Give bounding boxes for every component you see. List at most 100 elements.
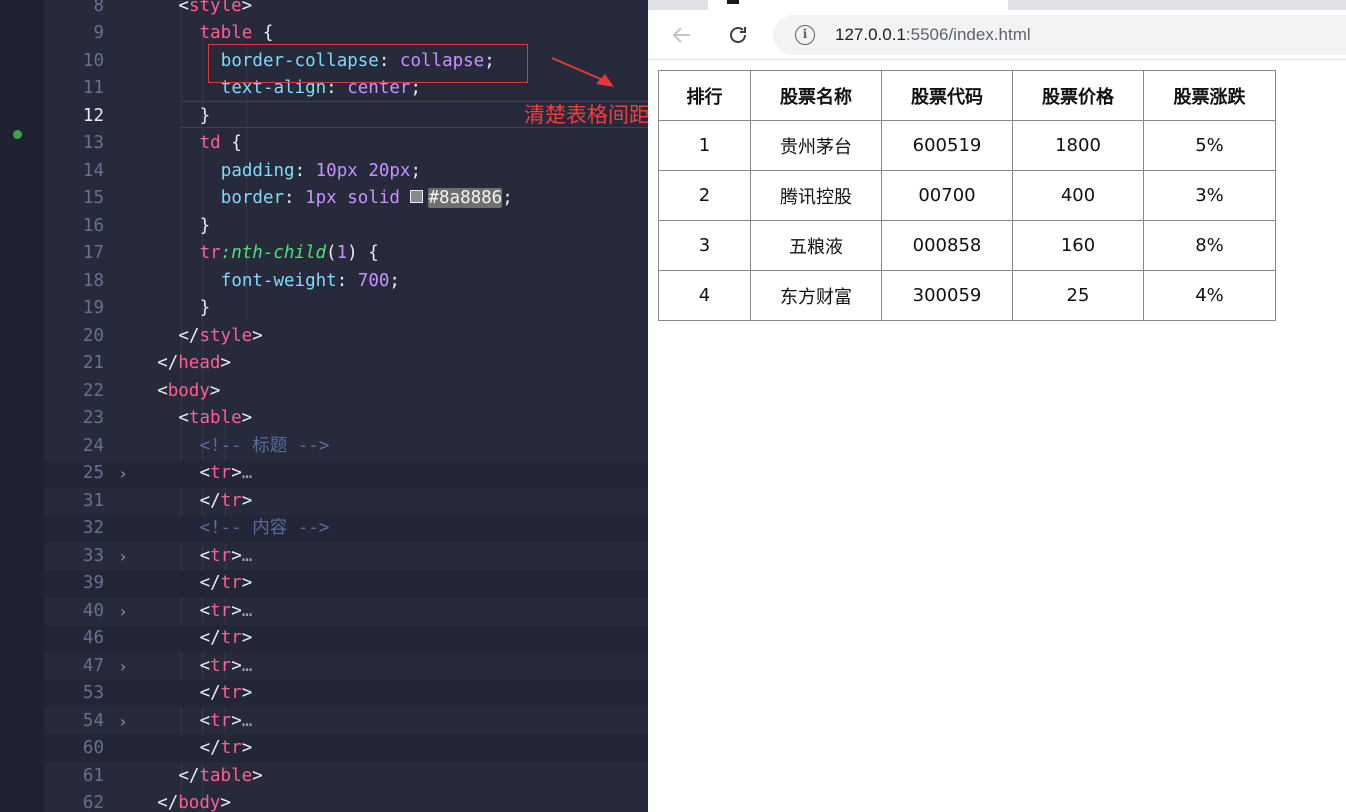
code-text: <tr>… bbox=[200, 543, 253, 571]
code-token: :nth-child bbox=[220, 243, 327, 263]
line-number: 32 bbox=[82, 518, 104, 538]
header-cell: 股票代码 bbox=[881, 70, 1013, 121]
code-text: </tr> bbox=[200, 680, 253, 708]
code-token: solid bbox=[347, 188, 411, 208]
code-token: < bbox=[199, 710, 211, 731]
code-token: table bbox=[199, 765, 253, 786]
code-token: } bbox=[199, 298, 211, 318]
code-line[interactable]: 17 tr:nth-child(1) { bbox=[44, 240, 648, 268]
code-token: tr bbox=[220, 573, 242, 593]
code-token: style bbox=[199, 325, 253, 346]
code-token: … bbox=[241, 545, 253, 566]
code-token: body bbox=[167, 380, 210, 401]
code-line[interactable]: 24 <!-- 标题 --> bbox=[44, 433, 648, 461]
code-token: tr bbox=[199, 243, 221, 263]
table-cell: 5% bbox=[1143, 120, 1276, 171]
code-line[interactable]: 16} bbox=[44, 213, 648, 241]
reload-button[interactable] bbox=[726, 23, 750, 47]
code-line[interactable]: 23 <table> bbox=[44, 405, 648, 433]
code-line[interactable]: 18 font-weight: 700; bbox=[44, 268, 648, 296]
line-number: 15 bbox=[82, 188, 104, 208]
table-cell: 东方财富 bbox=[750, 270, 882, 321]
code-line[interactable]: 61 </table> bbox=[44, 763, 648, 791]
code-token: : bbox=[336, 270, 358, 291]
line-number: 23 bbox=[82, 408, 104, 428]
line-number: 9 bbox=[93, 23, 104, 43]
code-line[interactable]: 54 › <tr>… bbox=[44, 708, 648, 736]
code-line[interactable]: 25 › <tr>… bbox=[44, 460, 648, 488]
table-cell: 贵州茅台 bbox=[750, 120, 882, 171]
line-number: 22 bbox=[82, 380, 104, 401]
border-color-value: #8a8886 bbox=[428, 188, 503, 208]
code-line[interactable]: 32 <!-- 内容 --> bbox=[44, 515, 648, 543]
line-number: 10 bbox=[82, 50, 104, 71]
annotation-arrow-icon bbox=[551, 57, 614, 87]
code-token: head bbox=[178, 353, 221, 373]
code-token: : bbox=[284, 188, 306, 208]
table-cell: 4 bbox=[658, 270, 751, 321]
code-line[interactable]: 62 </body> bbox=[44, 790, 648, 812]
back-button[interactable] bbox=[670, 23, 694, 47]
code-line[interactable]: 22 <body> bbox=[44, 378, 648, 406]
code-token: border bbox=[220, 188, 285, 208]
code-line[interactable]: 60 </tr> bbox=[44, 735, 648, 763]
code-text: </tr> bbox=[200, 488, 253, 516]
code-token: } bbox=[199, 215, 211, 236]
address-bar[interactable]: i 127.0.0.1:5506/index.html bbox=[773, 15, 1346, 55]
code-line[interactable]: 13 td { bbox=[44, 130, 648, 158]
table-cell: 600519 bbox=[881, 120, 1013, 171]
color-swatch-icon[interactable] bbox=[410, 190, 424, 203]
line-number: 61 bbox=[82, 765, 104, 786]
code-text: <tr>… bbox=[200, 653, 253, 681]
code-line[interactable]: 8 <style> bbox=[44, 0, 648, 20]
fold-chevron-icon[interactable]: › bbox=[116, 653, 130, 681]
table-cell: 160 bbox=[1012, 220, 1144, 271]
code-token: </ bbox=[199, 490, 221, 511]
code-line[interactable]: 20 </style> bbox=[44, 323, 648, 351]
fold-chevron-icon[interactable]: › bbox=[116, 460, 130, 488]
table-cell: 8% bbox=[1143, 220, 1276, 271]
code-text: </tr> bbox=[200, 625, 253, 653]
code-line[interactable]: 46 </tr> bbox=[44, 625, 648, 653]
code-text: <!-- 标题 --> bbox=[200, 433, 330, 461]
code-token: } bbox=[199, 105, 211, 126]
code-token: 10px 20px bbox=[315, 160, 411, 181]
code-text: } bbox=[200, 295, 211, 323]
code-line[interactable]: 21 </head> bbox=[44, 350, 648, 378]
table-cell: 300059 bbox=[881, 270, 1013, 321]
code-token: < bbox=[199, 545, 211, 566]
header-cell: 股票名称 bbox=[750, 70, 882, 121]
code-line[interactable]: 40 › <tr>… bbox=[44, 598, 648, 626]
code-line[interactable]: 31 </tr> bbox=[44, 488, 648, 516]
tab-favicon-icon bbox=[727, 0, 739, 4]
code-line[interactable]: 47 › <tr>… bbox=[44, 653, 648, 681]
url-text[interactable]: 127.0.0.1:5506/index.html bbox=[835, 25, 1031, 45]
code-text: <tr>… bbox=[200, 598, 253, 626]
code-editor[interactable]: 8 <style> 9 table {10 border-collapse: colla… bbox=[0, 0, 648, 812]
code-token: ; bbox=[389, 270, 400, 291]
info-icon[interactable]: i bbox=[795, 25, 815, 45]
header-cell: 排行 bbox=[658, 70, 751, 121]
code-token: < bbox=[199, 655, 211, 676]
line-number: 25 bbox=[82, 463, 104, 483]
code-line[interactable]: 53 </tr> bbox=[44, 680, 648, 708]
header-cell: 股票涨跌 bbox=[1143, 70, 1276, 121]
code-token: … bbox=[241, 710, 253, 731]
annotation-highlight-box bbox=[208, 44, 528, 83]
line-number: 62 bbox=[82, 793, 104, 812]
code-token: > bbox=[241, 738, 253, 758]
line-number: 18 bbox=[82, 270, 104, 291]
browser-tab[interactable] bbox=[708, 0, 1008, 10]
table-cell: 1800 bbox=[1012, 120, 1144, 171]
line-number: 53 bbox=[82, 683, 104, 703]
fold-chevron-icon[interactable]: › bbox=[116, 543, 130, 571]
code-line[interactable]: 19} bbox=[44, 295, 648, 323]
line-number: 21 bbox=[82, 353, 104, 373]
code-line[interactable]: 15 border: 1px solid #8a8886; bbox=[44, 185, 648, 213]
code-line[interactable]: 14 padding: 10px 20px; bbox=[44, 158, 648, 186]
code-token: tr bbox=[210, 545, 232, 566]
code-line[interactable]: 33 › <tr>… bbox=[44, 543, 648, 571]
code-line[interactable]: 39 </tr> bbox=[44, 570, 648, 598]
fold-chevron-icon[interactable]: › bbox=[116, 708, 130, 736]
fold-chevron-icon[interactable]: › bbox=[116, 598, 130, 626]
